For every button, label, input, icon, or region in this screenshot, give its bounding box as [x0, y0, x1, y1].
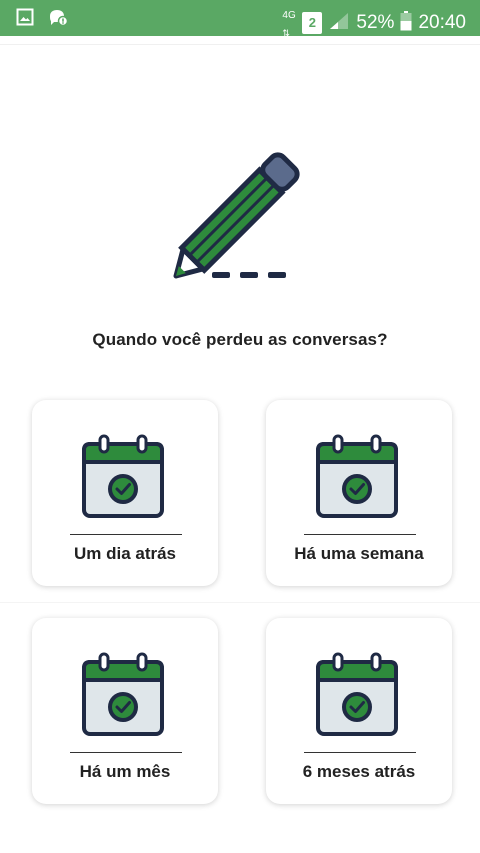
divider [0, 602, 480, 603]
option-six-months-ago[interactable]: 6 meses atrás [266, 618, 452, 804]
calendar-check-icon [80, 434, 166, 520]
sim-badge: 2 [302, 12, 323, 34]
card-divider [304, 752, 416, 753]
network-type: 4G [282, 10, 296, 21]
calendar-check-icon [314, 652, 400, 738]
option-label: Há uma semana [294, 544, 424, 563]
battery-percent: 52% [356, 12, 395, 33]
pencil-icon [160, 144, 310, 289]
option-label: 6 meses atrás [302, 762, 416, 781]
option-one-day-ago[interactable]: Um dia atrás [32, 400, 218, 586]
image-icon [16, 8, 34, 31]
question-heading: Quando você perdeu as conversas? [92, 330, 388, 349]
notification-icon [48, 8, 69, 31]
battery-icon [400, 10, 412, 36]
divider [0, 44, 480, 45]
option-one-week-ago[interactable]: Há uma semana [266, 400, 452, 586]
card-divider [70, 752, 182, 753]
calendar-check-icon [80, 652, 166, 738]
option-label: Um dia atrás [73, 544, 177, 563]
main-content: Quando você perdeu as conversas? Um dia … [0, 36, 480, 853]
signal-icon [328, 11, 350, 36]
card-divider [70, 534, 182, 535]
status-bar: 4G ⇅ 2 52% 20:40 [0, 0, 480, 38]
option-one-month-ago[interactable]: Há um mês [32, 618, 218, 804]
option-label: Há um mês [79, 762, 171, 781]
clock: 20:40 [418, 12, 466, 33]
calendar-check-icon [314, 434, 400, 520]
card-divider [304, 534, 416, 535]
